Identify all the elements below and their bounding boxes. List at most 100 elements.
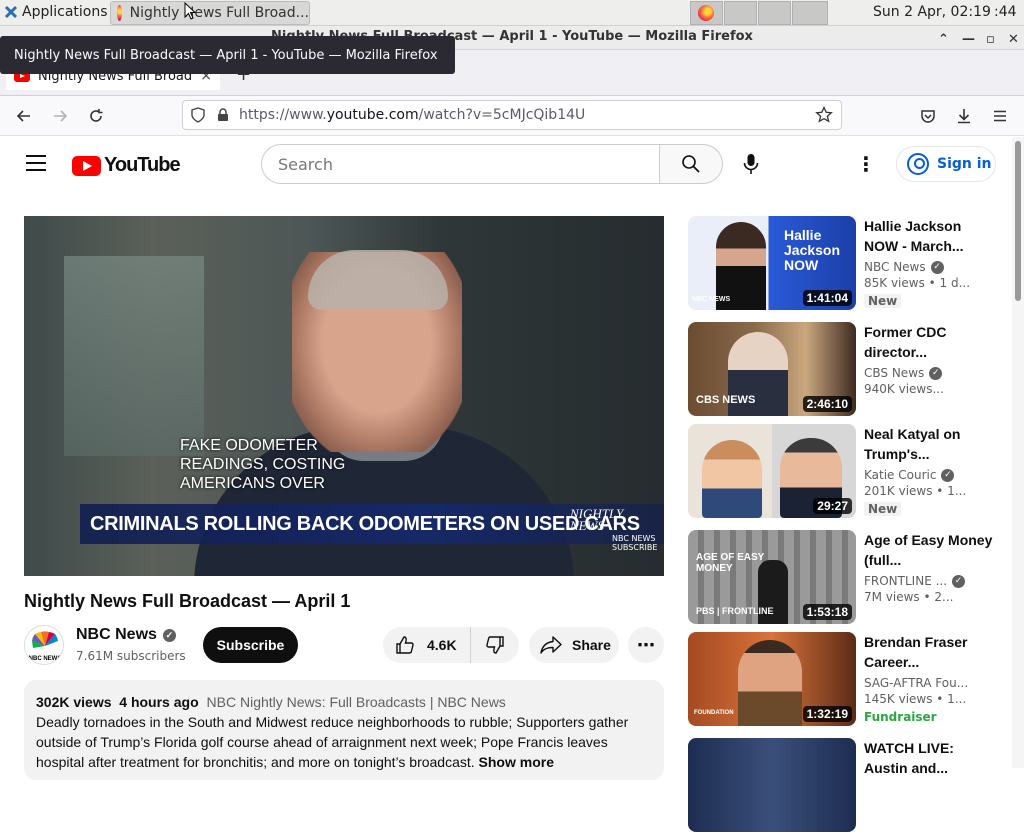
video-duration: 1:53:18	[802, 604, 852, 620]
scrollbar-thumb[interactable]	[1015, 141, 1021, 301]
workspace-4[interactable]	[792, 1, 828, 25]
description-tags[interactable]: NBC Nightly News: Full Broadcasts | NBC …	[207, 694, 506, 710]
workspace-2[interactable]	[724, 1, 757, 25]
recommendation-item[interactable]: 29:27 Neal Katyal on Trump's... Katie Co…	[688, 424, 1008, 520]
recommendation-info: Hallie Jackson NOW - March... NBC News ✓ …	[864, 216, 994, 309]
recommendation-title[interactable]: Neal Katyal on Trump's...	[864, 424, 994, 464]
clock-seconds: :44	[994, 4, 1017, 20]
thumbnail-text: Hallie Jackson NOW	[784, 227, 841, 273]
thumbnail-logo: PBS | FRONTLINE	[696, 606, 774, 616]
downloads-button[interactable]	[952, 104, 976, 128]
settings-more-icon[interactable]: ⋮	[852, 150, 880, 178]
clock[interactable]: Sun 2 Apr, 02:19	[873, 4, 991, 20]
subscribe-button[interactable]: Subscribe	[203, 627, 298, 663]
recommendation-title[interactable]: Brendan Fraser Career...	[864, 632, 994, 672]
recommendation-meta: 145K views • 1...	[864, 692, 967, 706]
recommendation-meta: 7M views • 2...	[864, 590, 954, 604]
url-prefix: https://www.	[239, 107, 327, 123]
channel-name-text: NBC News	[76, 626, 157, 643]
address-bar[interactable]: https://www.youtube.com/watch?v=5cMJcQib…	[182, 100, 842, 130]
video-thumbnail[interactable]: FOUNDATION 1:32:19	[688, 632, 856, 726]
sign-in-button[interactable]: Sign in	[896, 146, 996, 182]
recommendation-channel[interactable]: SAG-AFTRA Fou...	[864, 676, 994, 690]
verified-check-icon: ✓	[162, 628, 176, 642]
video-thumbnail[interactable]	[688, 738, 856, 832]
verified-check-icon: ✓	[952, 574, 966, 588]
window-restore-icon[interactable]: ▫	[986, 29, 995, 51]
reload-button[interactable]	[84, 104, 108, 128]
recommendation-item[interactable]: AGE OF EASY MONEY PBS | FRONTLINE 1:53:1…	[688, 530, 1008, 626]
channel-avatar[interactable]: NBC NEWS	[24, 625, 64, 665]
bookmark-star-icon[interactable]	[815, 106, 833, 124]
search-button[interactable]	[659, 144, 723, 184]
video-thumbnail[interactable]: Hallie Jackson NOW NBC NEWS 1:41:04	[688, 216, 856, 310]
channel-label: SAG-AFTRA Fou...	[864, 676, 969, 690]
video-thumbnail[interactable]: CBS NEWS 2:46:10	[688, 322, 856, 416]
recommendation-title[interactable]: Former CDC director...	[864, 322, 994, 362]
youtube-logo-text: YouTube	[104, 154, 181, 176]
recommendation-item[interactable]: WATCH LIVE: Austin and...	[688, 738, 1008, 834]
workspace-1[interactable]	[690, 1, 723, 25]
recommendation-title[interactable]: Age of Easy Money (full...	[864, 530, 994, 570]
youtube-logo[interactable]: YouTube	[72, 154, 181, 177]
recommendation-channel[interactable]: CBS News ✓	[864, 366, 994, 380]
forward-button[interactable]	[48, 104, 72, 128]
watermark-line: NBC NEWS	[612, 534, 656, 543]
nbc-peacock-icon: NBC NEWS	[29, 631, 61, 662]
thumbnail-text: AGE OF EASY MONEY	[696, 552, 765, 574]
url-path: /watch?v=5cMJcQib14U	[418, 107, 586, 123]
recommendation-info: Former CDC director... CBS News ✓ 940K vi…	[864, 322, 994, 396]
caption-line: FAKE ODOMETER	[180, 437, 318, 454]
share-label: Share	[572, 637, 611, 653]
dislike-button[interactable]	[471, 635, 519, 655]
like-count: 4.6K	[427, 637, 457, 653]
verified-check-icon: ✓	[941, 468, 955, 482]
more-actions-icon[interactable]: ⋯	[628, 627, 664, 663]
taskbar-firefox-task[interactable]: Nightly News Full Broad...	[110, 1, 310, 25]
page-scrollbar[interactable]	[1012, 137, 1024, 768]
recommendation-item[interactable]: FOUNDATION 1:32:19 Brendan Fraser Career…	[688, 632, 1008, 728]
description-meta: 302K views 4 hours ago NBC Nightly News:…	[36, 692, 652, 712]
mouse-cursor-icon	[184, 2, 196, 20]
video-thumbnail[interactable]: 29:27	[688, 424, 856, 518]
recommendation-channel[interactable]: FRONTLINE ... ✓	[864, 574, 994, 588]
app-menu-button[interactable]	[988, 104, 1012, 128]
window-minimize-icon[interactable]: —	[962, 29, 975, 51]
youtube-header: YouTube Search ⋮ Sign in	[0, 137, 1024, 193]
thumbnail-logo: NBC NEWS	[692, 296, 731, 303]
recommendation-item[interactable]: CBS NEWS 2:46:10 Former CDC director... …	[688, 322, 1008, 418]
search-input[interactable]: Search	[261, 144, 661, 184]
window-maximize-up-icon[interactable]: ⌃	[938, 29, 949, 51]
channel-name[interactable]: NBC News ✓	[76, 626, 176, 644]
verified-check-icon: ✓	[930, 260, 944, 274]
share-arrow-icon	[540, 636, 562, 654]
recommendation-channel[interactable]: NBC News ✓	[864, 260, 994, 274]
tracking-shield-icon[interactable]	[191, 107, 205, 123]
thumbs-down-icon	[486, 636, 504, 654]
voice-search-button[interactable]	[731, 144, 771, 184]
applications-label: Applications	[22, 4, 108, 20]
video-player[interactable]: FAKE ODOMETER READINGS, COSTING AMERICAN…	[24, 216, 664, 576]
recommendation-title[interactable]: WATCH LIVE: Austin and...	[864, 738, 994, 778]
forward-arrow-icon	[54, 110, 68, 122]
share-button[interactable]: Share	[529, 627, 619, 663]
fundraiser-badge: Fundraiser	[864, 710, 937, 724]
description-box[interactable]: 302K views 4 hours ago NBC Nightly News:…	[24, 680, 664, 780]
recommendation-channel[interactable]: Katie Couric ✓	[864, 468, 994, 482]
download-icon	[958, 109, 970, 124]
recommendation-title[interactable]: Hallie Jackson NOW - March...	[864, 216, 994, 256]
workspace-3[interactable]	[758, 1, 791, 25]
guide-menu-icon[interactable]	[26, 155, 46, 171]
pocket-button[interactable]	[916, 104, 940, 128]
window-close-icon[interactable]: ✕	[1008, 29, 1019, 51]
reload-icon	[90, 109, 103, 122]
thumbnail-logo: FOUNDATION	[694, 710, 734, 716]
channel-label: FRONTLINE ...	[864, 574, 948, 588]
recommendation-info: WATCH LIVE: Austin and...	[864, 738, 994, 778]
video-thumbnail[interactable]: AGE OF EASY MONEY PBS | FRONTLINE 1:53:1…	[688, 530, 856, 624]
applications-menu[interactable]: Applications ☰	[4, 4, 124, 20]
back-button[interactable]	[12, 104, 36, 128]
recommendation-item[interactable]: Hallie Jackson NOW NBC NEWS 1:41:04 Hall…	[688, 216, 1008, 312]
lock-icon[interactable]	[217, 108, 229, 122]
like-button[interactable]: 4.6K	[383, 627, 471, 663]
